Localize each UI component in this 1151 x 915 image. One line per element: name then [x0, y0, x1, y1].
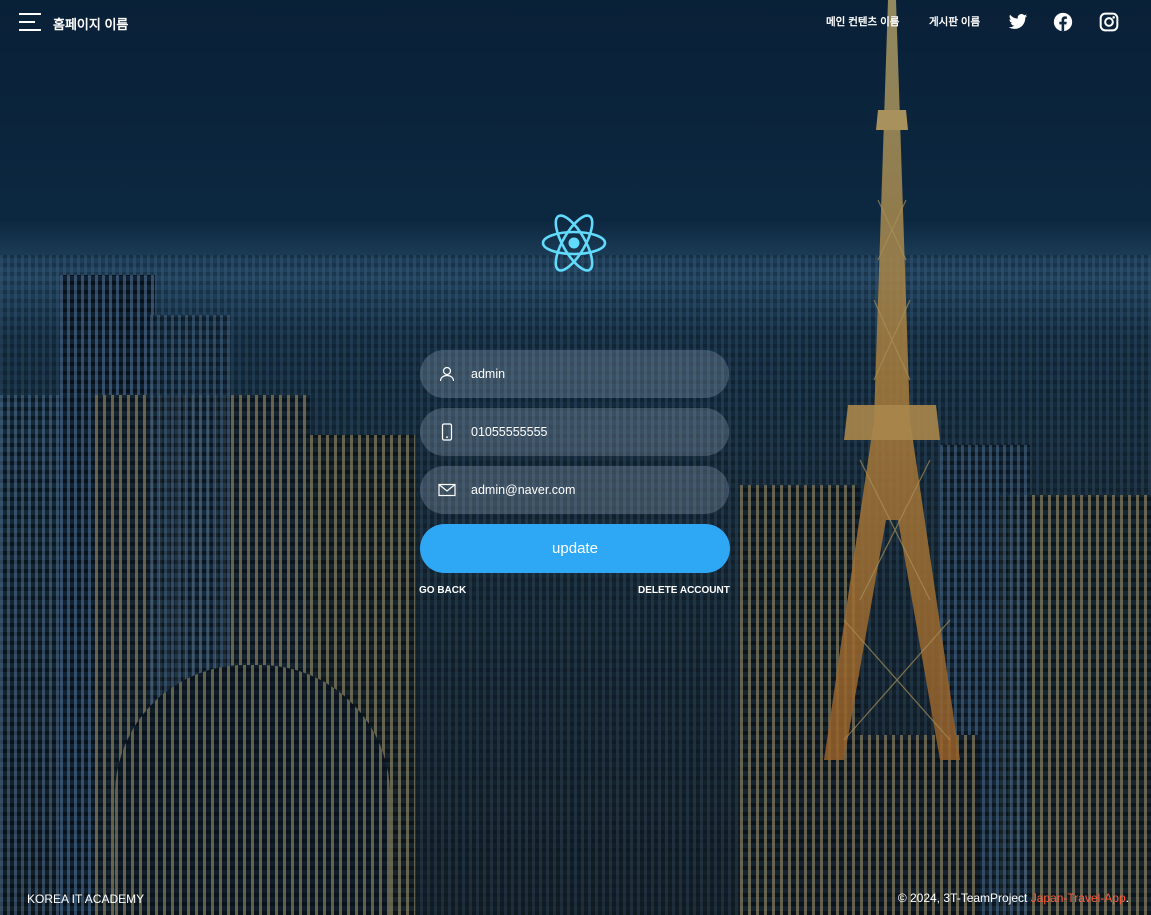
footer-academy-name: KOREA IT ACADEMY: [27, 892, 145, 906]
update-button[interactable]: update: [420, 524, 730, 573]
nav-link-board[interactable]: 게시판 이름: [929, 14, 980, 29]
email-input[interactable]: [471, 466, 711, 514]
footer-copyright: © 2024, 3T-TeamProject Japan-Travel-App.: [898, 891, 1129, 905]
site-title[interactable]: 홈페이지 이름: [53, 14, 128, 33]
facebook-icon[interactable]: [1053, 12, 1073, 32]
delete-account-link[interactable]: DELETE ACCOUNT: [638, 585, 730, 596]
hamburger-menu-icon[interactable]: [19, 13, 41, 31]
phone-input[interactable]: [471, 408, 711, 456]
email-field: [420, 466, 729, 514]
mail-icon: [438, 483, 456, 497]
background-city-image: [0, 0, 1151, 915]
instagram-icon[interactable]: [1099, 12, 1119, 32]
phone-field: [420, 408, 729, 456]
react-atom-logo: [541, 214, 607, 272]
top-navbar: 홈페이지 이름 메인 컨텐츠 이름 게시판 이름: [0, 0, 1151, 44]
go-back-link[interactable]: GO BACK: [419, 585, 466, 596]
nav-link-main-content[interactable]: 메인 컨텐츠 이름: [826, 14, 899, 29]
copyright-suffix: .: [1125, 891, 1129, 905]
username-input[interactable]: [471, 350, 711, 398]
user-icon: [439, 366, 455, 382]
phone-icon: [441, 423, 453, 441]
project-name-link[interactable]: Japan-Travel-App: [1031, 891, 1126, 905]
twitter-icon[interactable]: [1008, 12, 1028, 32]
copyright-text: © 2024, 3T-TeamProject: [897, 891, 1031, 905]
username-field: [420, 350, 729, 398]
